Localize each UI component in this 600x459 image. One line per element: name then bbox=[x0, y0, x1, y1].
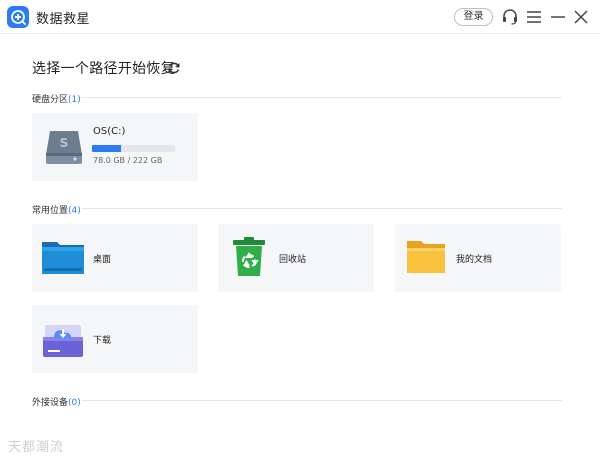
page-title: 选择一个路径开始恢复 bbox=[32, 61, 175, 77]
menu-icon[interactable] bbox=[524, 7, 544, 27]
login-button[interactable]: 登录 bbox=[454, 8, 493, 26]
refresh-icon[interactable] bbox=[167, 60, 181, 74]
desktop-folder-icon bbox=[41, 240, 85, 280]
app-logo-icon bbox=[7, 6, 29, 28]
heading-row: 选择一个路径开始恢复 bbox=[32, 58, 175, 78]
location-card-desktop[interactable]: 桌面 bbox=[32, 224, 198, 292]
section-divider bbox=[82, 400, 562, 401]
location-label: 我的文档 bbox=[456, 255, 493, 265]
downloads-folder-icon bbox=[42, 319, 84, 363]
hard-drive-icon: S bbox=[44, 127, 84, 171]
documents-folder-icon bbox=[406, 239, 446, 279]
drive-usage-fill bbox=[92, 145, 122, 152]
title-bar: 数据救星 登录 bbox=[0, 0, 600, 34]
location-label: 回收站 bbox=[279, 255, 307, 265]
headset-icon[interactable] bbox=[500, 7, 520, 27]
section-count: (1) bbox=[68, 95, 81, 105]
drive-name: OS(C:) bbox=[93, 126, 126, 137]
svg-text:S: S bbox=[60, 136, 69, 150]
drive-card-c[interactable]: S OS(C:) 78.0 GB / 222 GB bbox=[32, 113, 198, 181]
section-title: 硬盘分区 bbox=[32, 95, 69, 105]
section-title: 常用位置 bbox=[32, 206, 69, 216]
close-icon[interactable] bbox=[571, 7, 591, 27]
location-card-recycle-bin[interactable]: 回收站 bbox=[218, 224, 374, 292]
section-label-disks: 硬盘分区(1) bbox=[32, 92, 81, 105]
location-label: 桌面 bbox=[93, 255, 112, 265]
minimize-icon[interactable] bbox=[548, 7, 568, 27]
recycle-bin-icon bbox=[231, 236, 267, 282]
location-card-downloads[interactable]: 下载 bbox=[32, 305, 198, 373]
section-count: (4) bbox=[68, 206, 81, 216]
section-label-common: 常用位置(4) bbox=[32, 203, 81, 216]
app-title: 数据救星 bbox=[36, 12, 91, 27]
drive-usage-bar bbox=[92, 145, 175, 152]
section-divider bbox=[82, 97, 562, 98]
drive-size: 78.0 GB / 222 GB bbox=[93, 156, 163, 165]
section-count: (0) bbox=[68, 398, 81, 408]
location-card-documents[interactable]: 我的文档 bbox=[395, 224, 561, 292]
section-divider bbox=[82, 208, 562, 209]
section-title: 外接设备 bbox=[32, 398, 69, 408]
location-label: 下载 bbox=[93, 336, 112, 346]
watermark: 天都潮流 bbox=[8, 440, 65, 455]
section-label-external: 外接设备(0) bbox=[32, 395, 81, 408]
